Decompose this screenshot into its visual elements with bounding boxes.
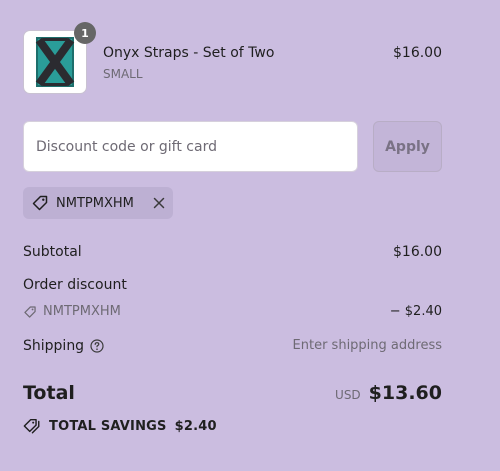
total-savings-row: TOTAL SAVINGS $2.40 [23, 417, 217, 435]
subtotal-row: Subtotal $16.00 [23, 244, 442, 260]
discount-code-input[interactable] [23, 121, 358, 172]
order-discount-label: Order discount [23, 277, 127, 293]
savings-label: TOTAL SAVINGS [49, 418, 167, 434]
subtotal-value: $16.00 [393, 244, 442, 260]
order-discount-row: Order discount [23, 277, 442, 293]
tag-icon [31, 194, 49, 212]
remove-discount-button[interactable] [153, 197, 165, 209]
product-variant: SMALL [103, 67, 143, 81]
quantity-badge: 1 [74, 22, 96, 44]
tags-icon [23, 418, 40, 434]
apply-button[interactable]: Apply [373, 121, 442, 172]
product-name: Onyx Straps - Set of Two [103, 45, 275, 61]
line-item: 1 Onyx Straps - Set of Two SMALL $16.00 [23, 22, 442, 96]
applied-discount-chip: NMTPMXHM [23, 187, 173, 219]
close-icon [153, 197, 165, 209]
shipping-row: Shipping Enter shipping address [23, 338, 442, 354]
currency-code: USD [335, 388, 361, 402]
total-label: Total [23, 382, 75, 404]
total-row: Total USD $13.60 [23, 382, 442, 408]
shipping-value: Enter shipping address [292, 338, 442, 353]
discount-amount: − $2.40 [389, 304, 442, 319]
discount-code-label: NMTPMXHM [43, 304, 121, 319]
shipping-label: Shipping [23, 338, 85, 354]
product-price: $16.00 [393, 45, 442, 61]
help-icon[interactable] [90, 339, 104, 353]
savings-value: $2.40 [174, 418, 217, 434]
subtotal-label: Subtotal [23, 244, 82, 260]
applied-code-label: NMTPMXHM [56, 195, 134, 211]
total-amount: $13.60 [368, 382, 442, 404]
discount-code-row: NMTPMXHM − $2.40 [23, 304, 442, 323]
tag-icon [24, 305, 36, 318]
